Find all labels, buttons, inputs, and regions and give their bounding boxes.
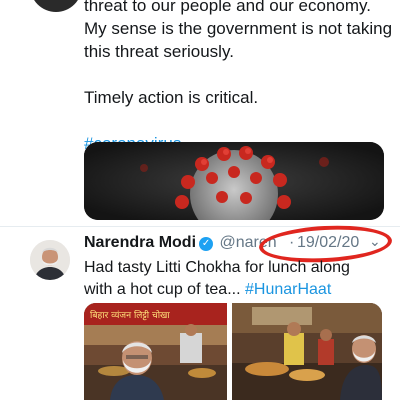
previous-tweet-avatar[interactable] — [30, 0, 82, 12]
author-name[interactable]: Narendra Modi — [84, 234, 196, 251]
tweet-text-line: Timely action is critical. — [84, 88, 259, 107]
tweet-text-line: this threat seriously. — [84, 42, 234, 61]
tweet-text-line: threat to our people and our economy. — [84, 0, 371, 15]
tweet-text-line: Had tasty Litti Chokha for lunch along — [84, 259, 350, 276]
tweet-photo-right[interactable] — [232, 303, 382, 400]
tweet-text: Had tasty Litti Chokha for lunch along w… — [84, 257, 394, 301]
tweet-text-line: with a hot cup of tea... — [84, 281, 245, 298]
verified-badge-icon: ✓ — [199, 237, 214, 251]
tweet-photo-left[interactable]: बिहार व्यंजन लिट्टी चोखा — [84, 303, 227, 400]
author-avatar[interactable] — [30, 240, 70, 280]
hashtag-hunarhaat-link[interactable]: #HunarHaat — [245, 281, 331, 298]
tweet-text-line: My sense is the government is not taking — [84, 19, 393, 38]
stall-sign-text: बिहार व्यंजन लिट्टी चोखा — [90, 309, 170, 321]
previous-tweet-text: threat to our people and our economy. My… — [84, 0, 394, 155]
coronavirus-image[interactable] — [84, 142, 384, 220]
